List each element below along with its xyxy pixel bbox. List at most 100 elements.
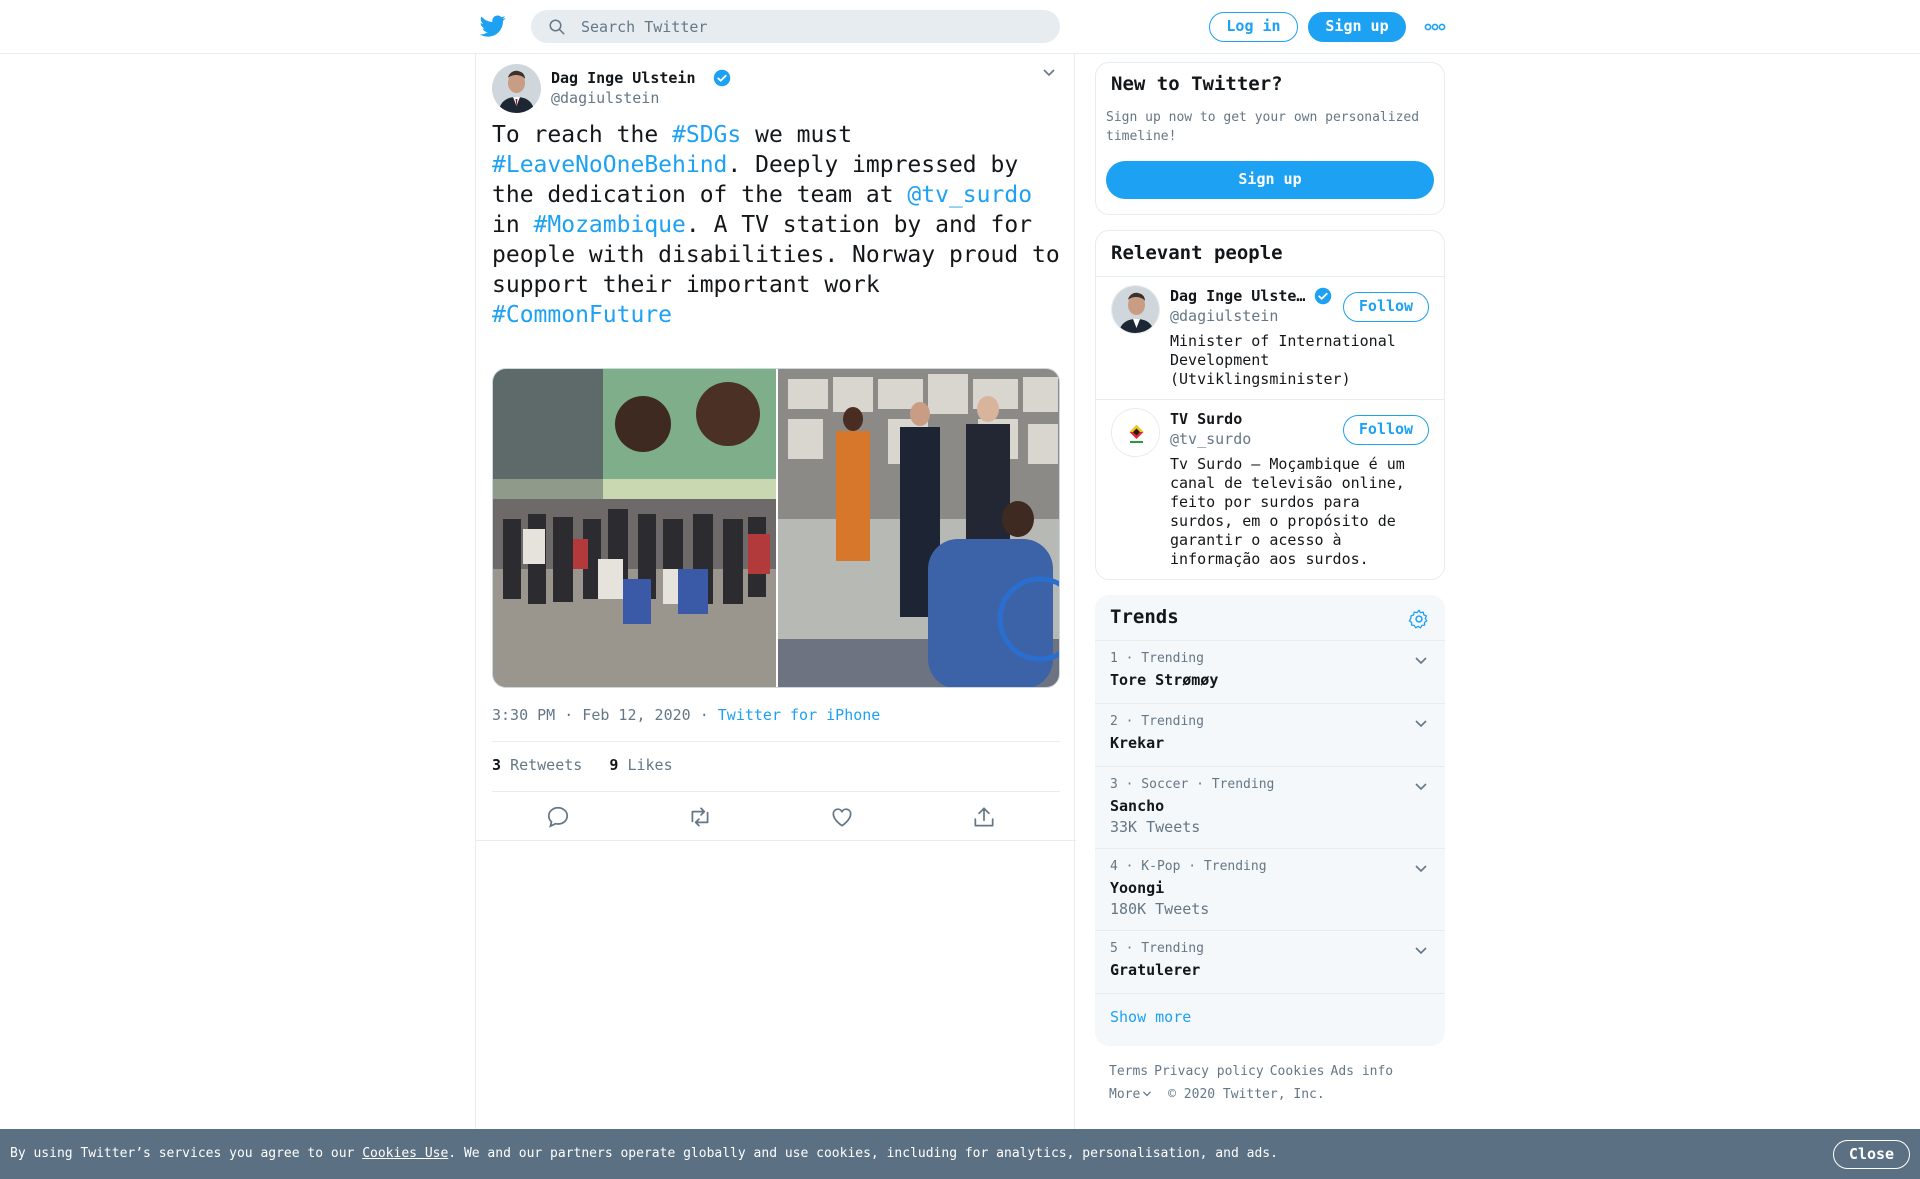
chevron-down-icon[interactable] — [1414, 864, 1428, 874]
trend-item[interactable]: 5 · Trending Gratulerer — [1095, 930, 1445, 993]
trend-name[interactable]: Sancho — [1110, 797, 1164, 815]
footer-terms-link[interactable]: Terms — [1109, 1064, 1148, 1079]
chevron-down-icon[interactable] — [1042, 68, 1056, 78]
sidebar-footer: Terms Privacy policy Cookies Ads info More … — [1109, 1060, 1449, 1106]
search-box[interactable] — [531, 10, 1060, 43]
hashtag-link[interactable]: #SDGs — [672, 122, 741, 148]
divider — [492, 791, 1060, 792]
share-icon[interactable] — [971, 804, 997, 830]
hashtag-link[interactable]: #LeaveNoOneBehind — [492, 152, 727, 178]
tweet-media — [492, 368, 1060, 688]
tweet-timestamp[interactable]: 3:30 PM · Feb 12, 2020 — [492, 706, 691, 724]
chevron-down-icon[interactable] — [1414, 656, 1428, 666]
tweet-stats: 3 Retweets 9 Likes — [492, 756, 673, 774]
twitter-logo-icon[interactable] — [479, 13, 507, 39]
more-options-icon[interactable] — [1424, 21, 1446, 33]
footer-more-label: More — [1109, 1087, 1141, 1102]
footer-cookies-link[interactable]: Cookies — [1270, 1064, 1325, 1079]
trend-name[interactable]: Yoongi — [1110, 879, 1164, 897]
cookies-use-link[interactable]: Cookies Use — [362, 1146, 448, 1161]
signup-card-button[interactable]: Sign up — [1106, 161, 1434, 199]
tweet-text: To reach the #SDGs we must #LeaveNoOneBe… — [492, 120, 1072, 330]
tweet-photo-2[interactable] — [778, 369, 1060, 688]
chevron-down-icon — [1143, 1091, 1152, 1097]
trend-count: 180K Tweets — [1110, 900, 1210, 918]
tweet-meta: 3:30 PM · Feb 12, 2020 · Twitter for iPh… — [492, 706, 880, 724]
login-button[interactable]: Log in — [1209, 12, 1298, 42]
tweet-text-segment: in — [492, 212, 520, 238]
trend-name[interactable]: Krekar — [1110, 734, 1164, 752]
person-handle[interactable]: @tv_surdo — [1170, 430, 1251, 448]
trend-meta: 4 · K-Pop · Trending — [1110, 859, 1267, 874]
new-to-twitter-card: New to Twitter? Sign up now to get your … — [1095, 62, 1445, 215]
person-bio: Minister of International Development (U… — [1170, 332, 1396, 388]
trend-item[interactable]: 1 · Trending Tore Strømøy — [1095, 640, 1445, 703]
trend-meta: 2 · Trending — [1110, 714, 1204, 729]
trend-name[interactable]: Gratulerer — [1110, 961, 1200, 979]
trend-item[interactable]: 4 · K-Pop · Trending Yoongi 180K Tweets — [1095, 848, 1445, 930]
verified-badge-icon — [713, 69, 731, 87]
person-name[interactable]: Dag Inge Ulste… — [1170, 287, 1305, 305]
main-column: Dag Inge Ulstein @dagiulstein To reach t… — [475, 54, 1076, 1129]
tweet-text-segment: To reach the — [492, 122, 673, 148]
author-avatar[interactable] — [492, 64, 541, 113]
divider — [1095, 993, 1445, 994]
follow-button[interactable]: Follow — [1343, 415, 1429, 445]
close-button[interactable]: Close — [1833, 1140, 1910, 1169]
footer-copyright: © 2020 Twitter, Inc. — [1168, 1087, 1325, 1102]
trend-name[interactable]: Tore Strømøy — [1110, 671, 1218, 689]
hashtag-link[interactable]: #Mozambique — [534, 212, 686, 238]
author-name[interactable]: Dag Inge Ulstein — [551, 69, 696, 87]
trend-item[interactable]: 3 · Soccer · Trending Sancho 33K Tweets — [1095, 766, 1445, 848]
retweets-label: Retweets — [510, 756, 583, 774]
cookie-text-after: . We and our partners operate globally a… — [448, 1146, 1278, 1161]
card-title: Trends — [1110, 606, 1179, 628]
divider — [492, 741, 1060, 742]
footer-more-menu[interactable]: More — [1109, 1087, 1152, 1102]
card-title: Relevant people — [1111, 242, 1283, 264]
relevant-people-card: Relevant people Dag Inge Ulste… @dagiuls… — [1095, 230, 1445, 580]
trends-card: Trends 1 · Trending Tore Strømøy 2 · Tre… — [1095, 595, 1445, 1046]
retweets-stat[interactable]: 3 Retweets — [492, 756, 582, 774]
tweet-actions — [492, 804, 1060, 834]
reply-icon[interactable] — [545, 804, 571, 830]
search-icon — [549, 19, 565, 35]
person-item[interactable]: Dag Inge Ulste… @dagiulstein Minister of… — [1096, 277, 1444, 397]
chevron-down-icon[interactable] — [1414, 719, 1428, 729]
search-input[interactable] — [581, 10, 1041, 43]
trend-count: 33K Tweets — [1110, 818, 1201, 836]
trend-item[interactable]: 2 · Trending Krekar — [1095, 703, 1445, 766]
person-bio: Tv Surdo – Moçambique é um canal de tele… — [1170, 455, 1405, 568]
likes-count: 9 — [609, 756, 619, 774]
signup-button[interactable]: Sign up — [1308, 12, 1406, 42]
mention-link[interactable]: @tv_surdo — [907, 182, 1032, 208]
show-more-link[interactable]: Show more — [1110, 1008, 1191, 1026]
follow-button[interactable]: Follow — [1343, 292, 1429, 322]
person-name[interactable]: TV Surdo — [1170, 410, 1242, 428]
retweet-icon[interactable] — [687, 804, 713, 830]
tweet-text-segment: we must — [755, 122, 853, 148]
retweets-count: 3 — [492, 756, 502, 774]
trend-meta: 3 · Soccer · Trending — [1110, 777, 1275, 792]
chevron-down-icon[interactable] — [1414, 782, 1428, 792]
trend-meta: 5 · Trending — [1110, 941, 1204, 956]
author-handle[interactable]: @dagiulstein — [551, 89, 659, 107]
divider — [476, 840, 1076, 841]
top-bar: Log in Sign up — [0, 0, 1920, 54]
cookie-banner: By using Twitter’s services you agree to… — [0, 1129, 1920, 1179]
footer-privacy-link[interactable]: Privacy policy — [1154, 1064, 1264, 1079]
likes-stat[interactable]: 9 Likes — [609, 756, 672, 774]
person-avatar[interactable] — [1111, 285, 1160, 334]
person-item[interactable]: TV Surdo @tv_surdo Tv Surdo – Moçambique… — [1096, 400, 1444, 579]
card-title: New to Twitter? — [1111, 73, 1283, 95]
like-icon[interactable] — [829, 804, 855, 830]
chevron-down-icon[interactable] — [1414, 946, 1428, 956]
person-handle[interactable]: @dagiulstein — [1170, 307, 1278, 325]
card-description: Sign up now to get your own personalized… — [1106, 110, 1420, 144]
tweet-source-link[interactable]: Twitter for iPhone — [718, 706, 881, 724]
person-avatar[interactable] — [1111, 408, 1160, 457]
tweet-photo-1[interactable] — [493, 369, 776, 688]
gear-icon[interactable] — [1408, 608, 1430, 630]
footer-ads-link[interactable]: Ads info — [1331, 1064, 1394, 1079]
hashtag-link[interactable]: #CommonFuture — [492, 302, 672, 328]
